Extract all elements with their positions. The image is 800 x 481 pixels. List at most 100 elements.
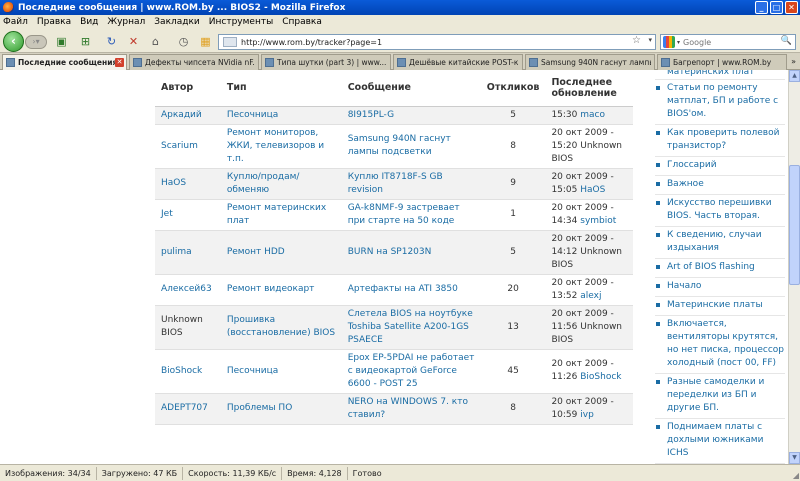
tab-nvidia-chipset[interactable]: Дефекты чипсета NVidia nF... [129,54,259,70]
cell-type[interactable]: Песочница [227,366,278,376]
new-tab-icon[interactable]: ⊞ [78,34,93,49]
cell-message[interactable]: Epox EP-5PDAI не работает с видеокартой … [348,353,475,389]
menu-help[interactable]: Справка [282,17,322,27]
header-replies[interactable]: Откликов [480,70,546,107]
stop-icon[interactable]: ✕ [126,34,141,49]
header-updated[interactable]: Последнее обновление [545,70,633,107]
cell-type[interactable]: Ремонт видеокарт [227,284,315,294]
resize-grip-icon[interactable]: ◢ [793,471,799,480]
sidebar-link[interactable]: Поднимаем платы с дохлыми южниками ICHS [655,419,785,464]
scrollbar-thumb[interactable] [789,165,800,285]
tab-post-cards[interactable]: Дешёвые китайские POST-к... [393,54,523,70]
cell-type[interactable]: Куплю/продам/обменяю [227,172,300,195]
cell-author[interactable]: Алексей63 [161,284,212,294]
cell-type[interactable]: Песочница [227,110,278,120]
google-engine-icon[interactable] [663,36,675,48]
url-input[interactable] [241,37,631,47]
close-window-button[interactable]: ✕ [785,1,798,14]
last-user-link[interactable]: alexj [580,291,601,301]
minimize-button[interactable]: _ [755,1,768,14]
maximize-button[interactable]: □ [770,1,783,14]
search-magnifier-icon[interactable]: 🔍 [781,36,792,46]
address-bar[interactable]: ☆ ▾ [218,34,656,50]
cell-message[interactable]: Куплю IT8718F-S GB revision [348,172,443,195]
cell-author[interactable]: ADEPT707 [161,403,208,413]
search-bar[interactable]: ▾ 🔍 [660,34,796,50]
cell-message[interactable]: Слетела BIOS на ноутбуке Toshiba Satelli… [348,309,473,345]
forward-button[interactable]: ›▾ [25,35,47,49]
cell-author[interactable]: HaOS [161,178,186,188]
sidebar-link[interactable]: Важное [655,176,785,195]
back-button[interactable]: ‹ [3,31,24,52]
scroll-down-arrow[interactable]: ▼ [789,452,800,464]
menu-bar: Файл Правка Вид Журнал Закладки Инструме… [0,15,800,29]
cell-replies: 1 [510,209,516,219]
tab-samsung-940n[interactable]: Samsung 940N гаснут лампы... [525,54,655,70]
home-icon[interactable]: ⌂ [148,34,163,49]
search-input[interactable] [683,37,779,47]
cell-type[interactable]: Ремонт HDD [227,247,285,257]
tab-recent-posts[interactable]: Последние сообщения | ... ✕ [2,54,127,70]
last-user-link[interactable]: ivp [580,410,594,420]
sidebar-partial-item[interactable]: материнских плат [655,70,785,80]
header-type[interactable]: Тип [220,70,342,107]
cell-author[interactable]: BioShock [161,366,202,376]
cell-message[interactable]: NERO на WINDOWS 7. кто ставил? [348,397,468,420]
sidebar-link[interactable]: Материнские платы [655,297,785,316]
cell-message[interactable]: BURN на SP1203N [348,247,432,257]
menu-file[interactable]: Файл [3,17,28,27]
cell-message[interactable]: GA-k8NMF-9 застревает при старте на 50 к… [348,203,460,226]
url-dropdown-icon[interactable]: ▾ [648,36,652,44]
last-user-link[interactable]: HaOS [580,185,605,195]
engine-dropdown-icon[interactable]: ▾ [677,39,680,46]
sidebar-link[interactable]: Как проверить полевой транзистор? [655,125,785,157]
sidebar-link[interactable]: Начало [655,278,785,297]
bookmark-star-icon[interactable]: ☆ [632,35,641,46]
sidebar-link[interactable]: Искусство перешивки BIOS. Часть вторая. [655,195,785,227]
table-row: BioShock Песочница Epox EP-5PDAI не работа… [155,349,633,394]
site-identity-icon[interactable] [223,37,237,47]
cell-author[interactable]: Jet [161,209,173,219]
close-tab-icon[interactable]: ✕ [115,58,124,67]
cell-type[interactable]: Проблемы ПО [227,403,292,413]
cell-author[interactable]: pulima [161,247,192,257]
sidebar-link[interactable]: Art of BIOS flashing [655,259,785,278]
cell-type[interactable]: Ремонт материнских плат [227,203,326,226]
scroll-up-arrow[interactable]: ▲ [789,70,800,82]
cell-replies: 5 [510,109,516,120]
menu-bookmarks[interactable]: Закладки [154,17,200,27]
sidebar-link[interactable]: Включается, вентиляторы крутятся, но нет… [655,316,785,374]
tab-list-icon[interactable]: » [791,57,796,66]
menu-edit[interactable]: Правка [37,17,71,27]
reload-icon[interactable]: ↻ [104,34,119,49]
sidebar-link[interactable]: К сведению, случаи издыхания [655,227,785,259]
history-clock-icon[interactable]: ◷ [176,34,191,49]
add-bookmark-icon[interactable]: ▣ [54,34,69,49]
last-user-link[interactable]: BioShock [580,372,621,382]
cell-message[interactable]: Samsung 940N гаснут лампы подсветки [348,134,451,157]
tab-bugreport[interactable]: Багрепорт | www.ROM.by [657,54,787,70]
cell-replies: 13 [507,321,519,332]
extensions-icon[interactable]: ▦ [198,34,213,49]
status-loaded: Загружено: 47 КБ [97,466,184,480]
vertical-scrollbar[interactable]: ▲ ▼ [788,70,800,464]
cell-message[interactable]: 8I915PL-G [348,110,394,120]
sidebar-link[interactable]: Разные самоделки и переделки из БП и дру… [655,374,785,419]
menu-tools[interactable]: Инструменты [209,17,273,27]
sidebar-link[interactable]: Статьи по ремонту матплат, БП и работе с… [655,80,785,125]
cell-type[interactable]: Ремонт мониторов, ЖКИ, телевизоров и т.п… [227,128,324,164]
window-title: Последние сообщения | www.ROM.by ... BIO… [18,2,346,13]
cell-type[interactable]: Прошивка (восстановление) BIOS [227,315,335,338]
cell-message[interactable]: Артефакты на ATI 3850 [348,284,458,294]
last-user-link[interactable]: maco [580,110,605,120]
menu-history[interactable]: Журнал [107,17,145,27]
cell-author[interactable]: Аркадий [161,110,202,120]
header-author[interactable]: Автор [155,70,221,107]
last-user-link[interactable]: symbiot [580,216,616,226]
menu-view[interactable]: Вид [80,17,98,27]
tab-jokes[interactable]: Типа шутки (part 3) | www.... [261,54,391,70]
header-message[interactable]: Сообщение [341,70,481,107]
cell-author[interactable]: Scarium [161,141,198,151]
sidebar-link[interactable]: Глоссарий [655,157,785,176]
navigation-toolbar: ‹ ›▾ ▣ ⊞ ↻ ✕ ⌂ ◷ ▦ ☆ ▾ ▾ 🔍 [0,29,800,53]
